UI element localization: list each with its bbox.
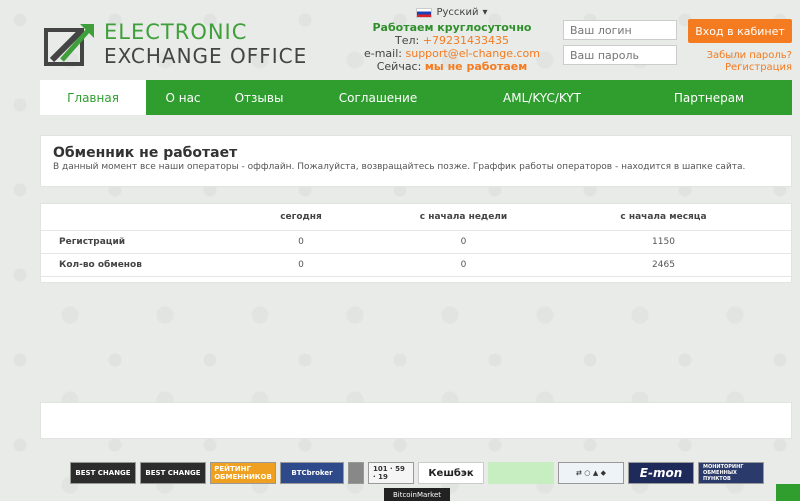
phone-label: Тел: xyxy=(395,33,420,47)
password-input[interactable] xyxy=(563,45,677,65)
logo-text-line1: ELECTRONIC xyxy=(104,20,248,44)
row-label: Кол-во обменов xyxy=(41,253,211,277)
nav-item-home[interactable]: Главная xyxy=(40,80,146,115)
logo-mark-icon xyxy=(44,24,94,66)
bestchange-en-banner[interactable]: BEST CHANGE xyxy=(140,462,206,484)
exchanger-rating-banner[interactable]: РЕЙТИНГ ОБМЕННИКОВ xyxy=(210,462,276,484)
cashback-label: Кешбэк xyxy=(428,467,474,479)
operator-status: мы не работаем xyxy=(424,59,528,73)
cashback-banner[interactable]: Кешбэк xyxy=(418,462,484,484)
green-banner[interactable] xyxy=(488,462,554,484)
stats-header-week: с начала недели xyxy=(391,204,536,231)
table-row: Кол-во обменов 0 0 2465 xyxy=(41,253,791,277)
main-nav: Главная О нас Отзывы Соглашение AML/KYC/… xyxy=(40,80,792,115)
contact-block: Русский ▾ Работаем круглосуточно Тел: +7… xyxy=(352,6,552,73)
btcbroker-label: BTCbroker xyxy=(291,469,333,477)
cell-month: 1150 xyxy=(536,230,791,254)
language-label: Русский xyxy=(436,7,479,18)
status-card: Обменник не работает В данный момент все… xyxy=(40,135,792,187)
cell-today: 0 xyxy=(211,230,391,254)
monitoring-banner[interactable]: МОНИТОРИНГ ОБМЕННЫХ ПУНКТОВ xyxy=(698,462,764,484)
cell-today: 0 xyxy=(211,253,391,277)
table-row: Регистраций 0 0 1150 xyxy=(41,230,791,254)
phone-link[interactable]: +79231433435 xyxy=(423,34,509,47)
nav-item-aml-kyc-kyt[interactable]: AML/KYC/KYT xyxy=(458,80,626,115)
russia-flag-icon xyxy=(416,7,433,18)
chat-button[interactable] xyxy=(776,484,800,501)
partner-banners: BEST CHANGE BEST CHANGE РЕЙТИНГ ОБМЕННИК… xyxy=(70,462,764,484)
nav-item-agreement[interactable]: Соглашение xyxy=(298,80,458,115)
login-input[interactable] xyxy=(563,20,677,40)
nav-item-reviews[interactable]: Отзывы xyxy=(220,80,298,115)
site-logo[interactable]: ELECTRONIC EXCHANGE OFFICE xyxy=(44,20,324,72)
exchanger-rating-label: РЕЙТИНГ ОБМЕННИКОВ xyxy=(214,465,272,481)
bitcoinmarket-label: BitcoinMarket xyxy=(392,490,442,499)
logo-text-line2: EXCHANGE OFFICE xyxy=(104,44,308,68)
stats-header-month: с начала месяца xyxy=(536,204,791,231)
nav-item-about[interactable]: О нас xyxy=(146,80,220,115)
emon-banner[interactable]: E-mon xyxy=(628,462,694,484)
stats-header-empty xyxy=(41,204,211,231)
cell-week: 0 xyxy=(391,253,536,277)
working-hours: Работаем круглосуточно xyxy=(372,20,532,34)
cell-month: 2465 xyxy=(536,253,791,277)
now-label: Сейчас: xyxy=(376,59,422,73)
stats-card: сегодня с начала недели с начала месяца … xyxy=(40,203,792,283)
language-selector[interactable]: Русский ▾ xyxy=(416,6,488,19)
emon-label: E-mon xyxy=(639,466,683,480)
monitoring-label: МОНИТОРИНГ ОБМЕННЫХ ПУНКТОВ xyxy=(703,464,744,482)
email-link[interactable]: support@el-change.com xyxy=(406,47,541,60)
bestchange-ru-banner[interactable]: BEST CHANGE xyxy=(70,462,136,484)
site-header: ELECTRONIC EXCHANGE OFFICE Русский ▾ Раб… xyxy=(0,0,800,80)
bestchange-ru-label: BEST CHANGE xyxy=(75,469,131,477)
exchange-scheme-banner[interactable]: ⇄ ○ ▲ ◆ xyxy=(558,462,624,484)
small-banner-icon[interactable] xyxy=(348,462,364,484)
stats-header-today: сегодня xyxy=(211,204,391,231)
empty-card xyxy=(40,402,792,439)
bestchange-en-label: BEST CHANGE xyxy=(145,469,201,477)
stats-table: сегодня с начала недели с начала месяца … xyxy=(41,204,791,277)
status-message: В данный момент все наши операторы - офф… xyxy=(53,162,746,172)
email-label: e-mail: xyxy=(363,46,402,60)
cell-week: 0 xyxy=(391,230,536,254)
forgot-password-link[interactable]: Забыли пароль? xyxy=(707,50,792,62)
btcbroker-banner[interactable]: BTCbroker xyxy=(280,462,344,484)
login-button[interactable]: Вход в кабинет xyxy=(688,19,792,43)
register-link[interactable]: Регистрация xyxy=(707,62,792,74)
auth-links: Забыли пароль? Регистрация xyxy=(707,50,792,74)
chevron-down-icon: ▾ xyxy=(482,7,488,18)
stats-header-row: сегодня с начала недели с начала месяца xyxy=(41,204,791,231)
counter-banner[interactable]: 101 · 59 · 19 xyxy=(368,462,414,484)
status-title: Обменник не работает xyxy=(53,145,238,161)
nav-item-partners[interactable]: Партнерам xyxy=(626,80,792,115)
row-label: Регистраций xyxy=(41,230,211,254)
bitcoinmarket-banner[interactable]: BitcoinMarket xyxy=(384,488,450,501)
